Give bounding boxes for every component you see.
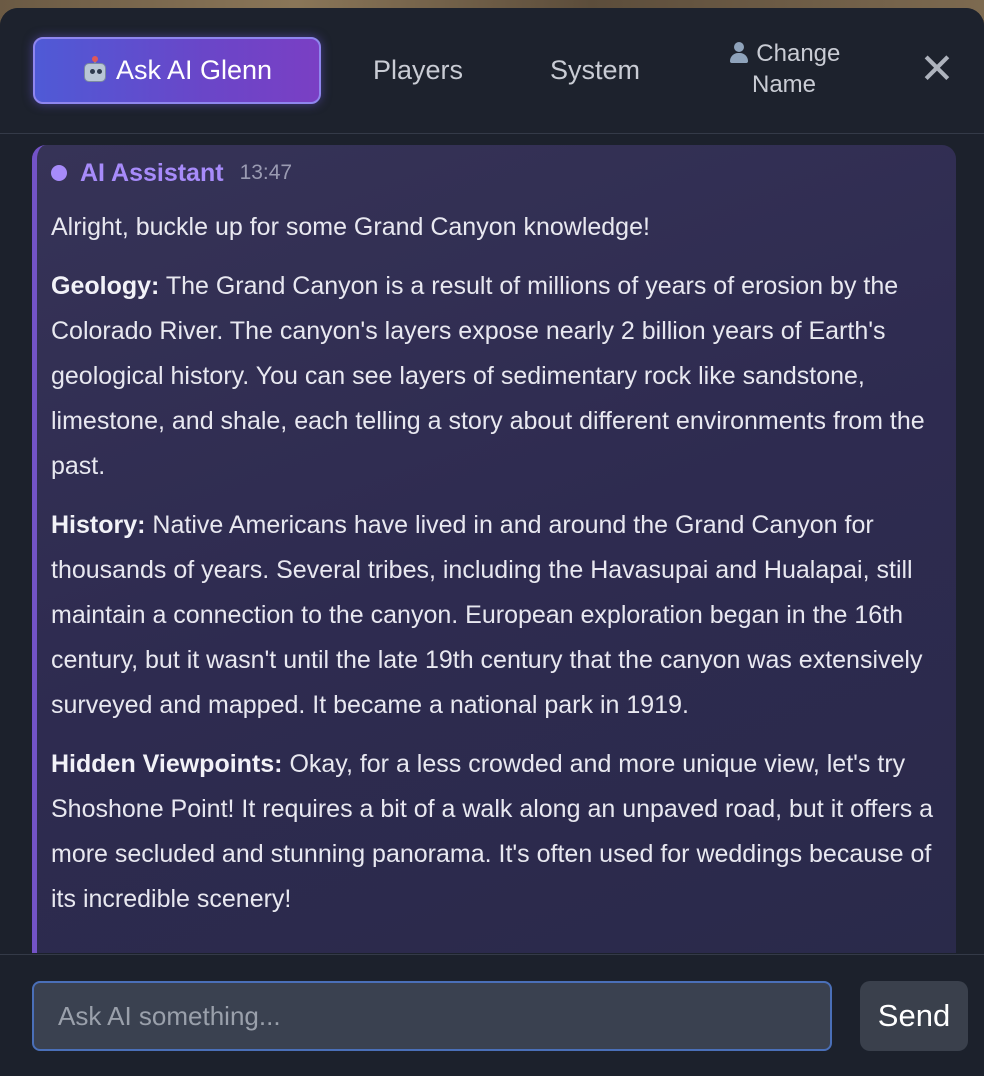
panel-header: Ask AI Glenn Players System Change Name … [0,8,984,134]
send-button[interactable]: Send [860,981,968,1051]
section-heading: History: [51,511,146,539]
message-list[interactable]: AI Assistant 13:47 Alright, buckle up fo… [0,135,984,953]
tab-players-label: Players [372,55,464,85]
ai-message: AI Assistant 13:47 Alright, buckle up fo… [32,145,956,953]
message-intro: Alright, buckle up for some Grand Canyon… [51,213,650,241]
ask-ai-input[interactable] [32,981,832,1051]
section-heading: Hidden Viewpoints: [51,750,283,778]
tab-change-name-line1: Change [756,40,841,67]
tab-change-name-line2: Name [751,71,817,98]
tab-players[interactable]: Players [350,37,486,104]
section-heading: Geology: [51,272,160,300]
message-section: Geology: The Grand Canyon is a result of… [51,264,951,489]
composer: Send [0,954,984,1076]
status-dot [51,165,67,181]
message-section: Hidden Viewpoints: Okay, for a less crow… [51,742,951,922]
section-text: The Grand Canyon is a result of millions… [51,272,925,480]
chat-panel: Ask AI Glenn Players System Change Name … [0,8,984,1076]
person-icon [728,41,750,63]
close-icon[interactable]: ✕ [912,44,962,94]
message-timestamp: 13:47 [239,161,293,184]
tab-ask-ai-label: Ask AI Glenn [115,55,273,85]
message-section: History: Native Americans have lived in … [51,503,951,728]
message-body: Alright, buckle up for some Grand Canyon… [51,205,951,936]
message-header: AI Assistant 13:47 [51,157,292,189]
tab-change-name[interactable]: Change Name [700,38,868,104]
message-author: AI Assistant [80,158,224,187]
tab-ask-ai[interactable]: Ask AI Glenn [33,37,321,104]
section-text: Native Americans have lived in and aroun… [51,511,923,719]
tab-system[interactable]: System [526,37,664,104]
robot-icon [82,55,108,84]
tab-system-label: System [549,55,641,85]
